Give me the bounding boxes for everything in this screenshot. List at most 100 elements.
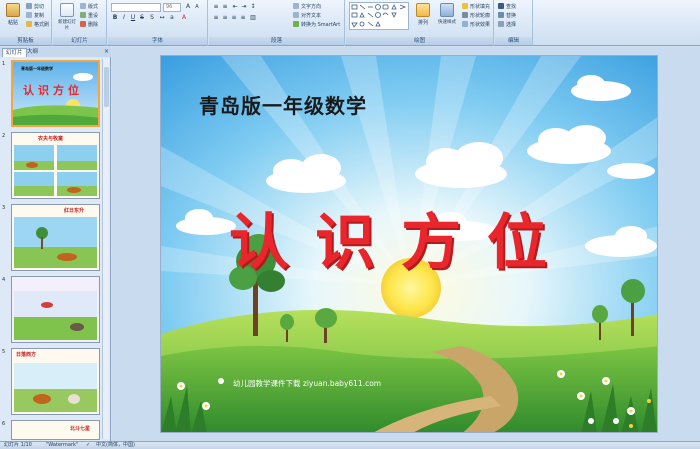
font-group: 96 A A B I U S S ↔ a A 字体	[108, 0, 208, 46]
copy-button[interactable]: 复制	[26, 12, 44, 20]
thumb-caption: 日落西方	[16, 352, 37, 358]
bullets-icon[interactable]: ≡	[212, 3, 220, 11]
shape-effects-button[interactable]: 形状效果	[462, 21, 490, 29]
thumb-number: 1	[2, 61, 6, 67]
language-indicator: 中文(简体，中国)	[96, 442, 135, 448]
columns-icon[interactable]: ▥	[249, 14, 257, 22]
thumbnail-image	[12, 277, 99, 342]
editing-group: 查找 替换 选择 编辑	[495, 0, 533, 46]
align-text-button[interactable]: 对齐文本	[293, 12, 321, 20]
italic-icon[interactable]: I	[120, 14, 128, 22]
slide-thumbnail-3[interactable]: 红日东升	[11, 204, 100, 271]
layout-button[interactable]: 版式	[80, 3, 98, 11]
thumb-caption: 北斗七星	[70, 426, 91, 432]
clipboard-group: 粘贴 剪切 复制 格式刷 剪贴板	[0, 0, 52, 46]
paragraph-label: 段落	[209, 37, 344, 45]
decrease-indent-icon[interactable]: ⇤	[231, 3, 239, 11]
thumb-caption: 农夫与牧童	[38, 136, 64, 142]
delete-button[interactable]: 删除	[80, 21, 98, 29]
find-button[interactable]: 查找	[498, 3, 516, 11]
thumb-caption: 青岛版一年级数学	[21, 66, 53, 71]
strikethrough-icon[interactable]: S	[138, 14, 146, 22]
underline-icon[interactable]: U	[129, 14, 137, 22]
editing-label: 编辑	[495, 37, 532, 45]
arrange-button[interactable]: 排列	[412, 3, 434, 33]
reset-button[interactable]: 重设	[80, 12, 98, 20]
smartart-button[interactable]: 转换为 SmartArt	[293, 21, 340, 29]
shape-fill-button[interactable]: 形状填充	[462, 3, 490, 11]
quick-styles-button[interactable]: 快速样式	[434, 3, 460, 33]
cursor-icon	[498, 21, 504, 27]
new-slide-button[interactable]: 新建幻灯片	[56, 3, 78, 33]
select-button[interactable]: 选择	[498, 21, 516, 29]
arrange-icon	[416, 3, 430, 17]
font-name-box[interactable]	[111, 3, 161, 12]
align-right-icon[interactable]: ≡	[230, 14, 238, 22]
tab-slides[interactable]: 幻灯片	[2, 48, 27, 57]
thumb-number: 5	[2, 349, 6, 355]
slide-main-title[interactable]: 认识方位	[229, 194, 573, 281]
pane-scrollbar[interactable]	[102, 59, 109, 439]
layout-icon	[80, 3, 86, 9]
binoculars-icon	[498, 3, 504, 9]
pencil-icon	[462, 12, 468, 18]
thumbnail-image	[12, 133, 99, 198]
thumb-caption: 红日东升	[64, 208, 85, 214]
increase-indent-icon[interactable]: ⇥	[240, 3, 248, 11]
drawing-group: 排列 快速样式 形状填充 形状轮廓 形状效果 绘图	[346, 0, 494, 46]
slide-subtitle[interactable]: 青岛版一年级数学	[199, 90, 367, 119]
slide-thumbnail-4[interactable]	[11, 276, 100, 343]
paragraph-group: ≡ ≡ ⇤ ⇥ ↕ ≡ ≡ ≡ ≡ ▥ 文字方向 对齐文本 转换为 SmartA…	[209, 0, 345, 46]
shapes-gallery[interactable]	[349, 2, 409, 30]
bold-icon[interactable]: B	[111, 14, 119, 22]
delete-icon	[80, 21, 86, 27]
thumb-number: 2	[2, 133, 6, 139]
spellcheck-icon[interactable]: ✓	[86, 442, 90, 449]
scrollbar-thumb[interactable]	[104, 67, 109, 107]
char-spacing-icon[interactable]: ↔	[158, 14, 166, 22]
reset-icon	[80, 12, 86, 18]
replace-button[interactable]: 替换	[498, 12, 516, 20]
font-label: 字体	[108, 37, 207, 45]
line-spacing-icon[interactable]: ↕	[249, 3, 257, 11]
slide-thumbnail-2[interactable]: 农夫与牧童	[11, 132, 100, 199]
numbering-icon[interactable]: ≡	[221, 3, 229, 11]
tab-outline[interactable]: 大纲	[24, 48, 41, 57]
status-bar: 幻灯片 1/10 "Watermark" ✓ 中文(简体，中国)	[0, 441, 700, 449]
font-color-icon[interactable]: A	[180, 14, 188, 22]
thumb-number: 4	[2, 277, 6, 283]
close-icon[interactable]: ×	[104, 48, 109, 55]
slide-counter: 幻灯片 1/10	[4, 442, 32, 448]
thumbnail-image	[12, 205, 99, 270]
shadow-icon[interactable]: S	[148, 14, 156, 22]
theme-name: "Watermark"	[46, 442, 79, 448]
slide-thumbnail-1[interactable]: 青岛版一年级数学 认识方位	[11, 60, 100, 127]
thumb-number: 3	[2, 205, 6, 211]
change-case-icon[interactable]: a	[168, 14, 176, 22]
cut-button[interactable]: 剪切	[26, 3, 44, 11]
scissors-icon	[26, 3, 32, 9]
align-left-icon[interactable]: ≡	[212, 14, 220, 22]
pane-tabs: 幻灯片 大纲 ×	[0, 47, 111, 57]
format-painter-button[interactable]: 格式刷	[26, 21, 49, 29]
shape-outline-button[interactable]: 形状轮廓	[462, 12, 490, 20]
grow-font-icon[interactable]: A	[184, 3, 192, 11]
shrink-font-icon[interactable]: A	[193, 3, 201, 11]
text-direction-icon	[293, 3, 299, 9]
current-slide[interactable]: 青岛版一年级数学 认识方位 幼儿园教学课件下载 ziyuan.baby611.c…	[160, 55, 658, 433]
slides-pane: 幻灯片 大纲 × 1 青岛版一年级数学 认识方位 2 农夫与牧童 3 红日东升 …	[0, 47, 111, 441]
align-center-icon[interactable]: ≡	[221, 14, 229, 22]
font-size-box[interactable]: 96	[163, 3, 181, 12]
paste-button[interactable]: 粘贴	[2, 3, 24, 33]
ribbon: 粘贴 剪切 复制 格式刷 剪贴板 新建幻灯片 版式 重设 删除 幻灯片 96 A…	[0, 0, 700, 46]
slide-work-area: 青岛版一年级数学 认识方位 幼儿园教学课件下载 ziyuan.baby611.c…	[112, 47, 700, 441]
align-text-icon	[293, 12, 299, 18]
drawing-label: 绘图	[346, 37, 493, 45]
shapes-icon	[351, 4, 407, 28]
smartart-icon	[293, 21, 299, 27]
slide-thumbnail-6[interactable]: 北斗七星	[11, 420, 100, 440]
slide-thumbnail-5[interactable]: 日落西方	[11, 348, 100, 415]
justify-icon[interactable]: ≡	[239, 14, 247, 22]
text-direction-button[interactable]: 文字方向	[293, 3, 321, 11]
slides-label: 幻灯片	[53, 37, 106, 45]
